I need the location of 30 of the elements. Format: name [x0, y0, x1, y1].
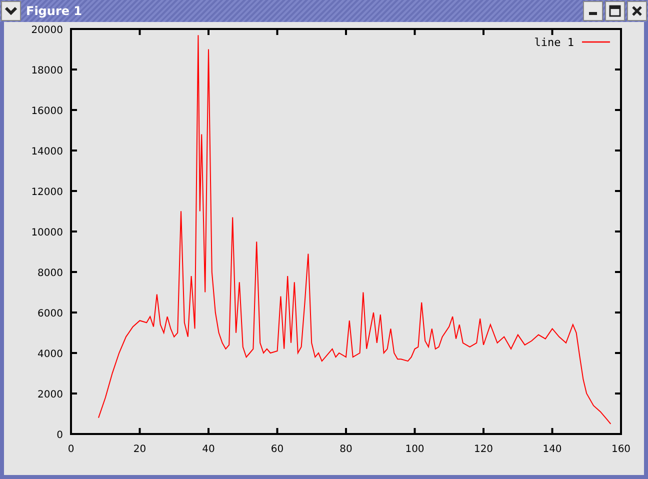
y-tick-label: 0: [56, 430, 63, 441]
y-tick-label: 12000: [31, 187, 63, 198]
legend-line-sample: [582, 41, 610, 43]
x-tick-label: 160: [611, 444, 631, 455]
x-tick-label: 40: [202, 444, 215, 455]
y-tick-label: 2000: [38, 390, 63, 400]
close-button[interactable]: [627, 1, 647, 21]
x-tick-label: 120: [474, 444, 494, 455]
x-tick-label: 100: [405, 444, 424, 455]
x-tick-label: 60: [270, 444, 284, 455]
window-title: Figure 1: [26, 4, 84, 18]
maximize-icon: [609, 5, 621, 17]
x-tick-label: 20: [133, 444, 146, 455]
y-tick-label: 14000: [31, 146, 63, 158]
y-tick-label: 8000: [38, 268, 63, 279]
x-tick-label: 80: [340, 444, 352, 455]
y-tick-label: 4000: [38, 349, 63, 360]
y-tick-label: 16000: [31, 106, 63, 117]
y-tick-label: 10000: [31, 228, 63, 238]
window-menu-button[interactable]: [1, 1, 21, 21]
y-tick-label: 20000: [31, 25, 63, 36]
y-tick-label: 18000: [31, 66, 63, 76]
x-tick-label: 0: [68, 444, 74, 455]
y-tick-label: 6000: [38, 308, 63, 320]
close-icon: [631, 5, 643, 17]
legend-label: line 1: [534, 36, 574, 49]
maximize-button[interactable]: [605, 1, 625, 21]
chevron-down-icon: [4, 6, 18, 16]
minimize-button[interactable]: [583, 1, 603, 21]
x-tick-label: 140: [542, 444, 562, 455]
